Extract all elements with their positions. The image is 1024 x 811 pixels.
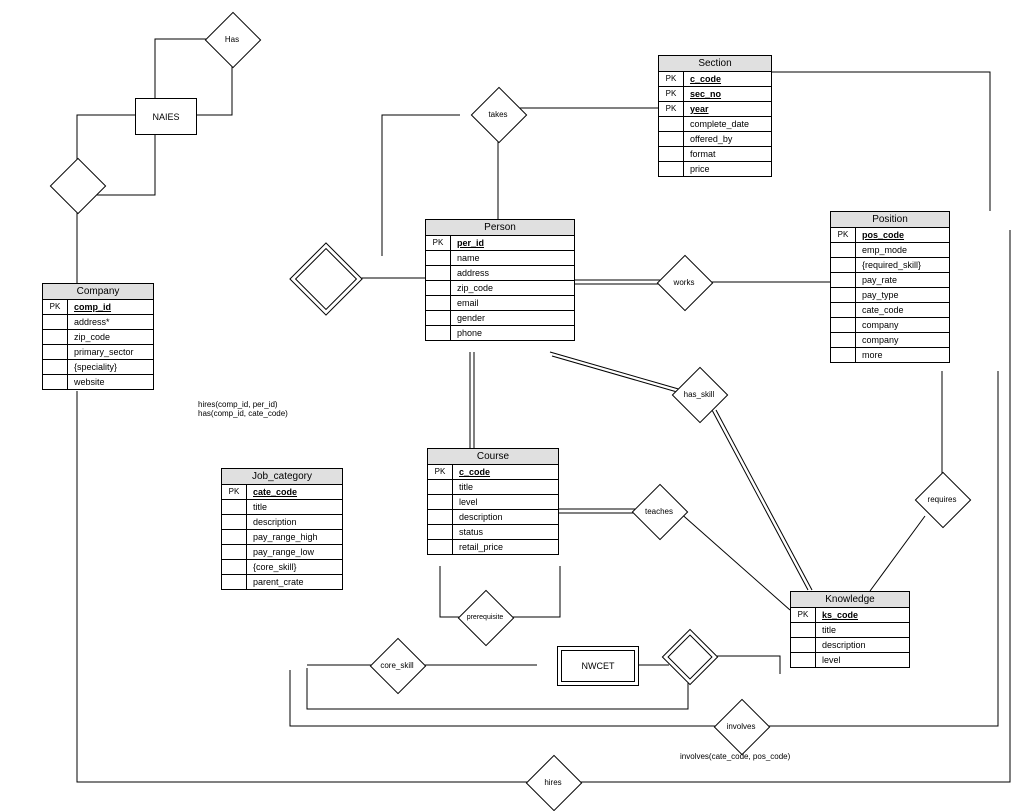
relation-core-skill: core_skill <box>378 646 416 684</box>
relation-has: Has <box>213 20 251 58</box>
annotation-hires-has: hires(comp_id, per_id) has(comp_id, cate… <box>198 400 288 418</box>
annotation-involves: involves(cate_code, pos_code) <box>680 752 790 761</box>
relation-naies-company <box>58 166 96 204</box>
entity-section: Section PKc_code PKsec_no PKyear complet… <box>658 55 772 177</box>
entity-title: Person <box>426 220 574 236</box>
relation-hires: hires <box>534 763 572 801</box>
relation-works: works <box>665 263 703 301</box>
er-diagram: Has NAIES Company PKcomp_id address* zip… <box>0 0 1024 804</box>
entity-title: Section <box>659 56 771 72</box>
entity-title: Knowledge <box>791 592 909 608</box>
relation-nwcet-knowledge <box>670 637 708 675</box>
relation-prerequisite: prerequisite <box>466 598 504 636</box>
relation-takes: takes <box>479 95 517 133</box>
entity-course: Course PKc_code title level description … <box>427 448 559 555</box>
entity-title: Course <box>428 449 558 465</box>
entity-nwcet: NWCET <box>557 646 639 686</box>
relation-company-person <box>300 253 350 303</box>
entity-naies: NAIES <box>135 98 197 135</box>
entity-title: Position <box>831 212 949 228</box>
relation-has-skill: has_skill <box>680 375 718 413</box>
entity-title: Job_category <box>222 469 342 485</box>
entity-job-category: Job_category PKcate_code title descripti… <box>221 468 343 590</box>
entity-position: Position PKpos_code emp_mode {required_s… <box>830 211 950 363</box>
entity-knowledge: Knowledge PKks_code title description le… <box>790 591 910 668</box>
entity-person: Person PKper_id name address zip_code em… <box>425 219 575 341</box>
relation-involves: involves <box>722 707 760 745</box>
relation-requires: requires <box>923 480 961 518</box>
entity-company: Company PKcomp_id address* zip_code prim… <box>42 283 154 390</box>
entity-title: Company <box>43 284 153 300</box>
relation-teaches: teaches <box>640 492 678 530</box>
